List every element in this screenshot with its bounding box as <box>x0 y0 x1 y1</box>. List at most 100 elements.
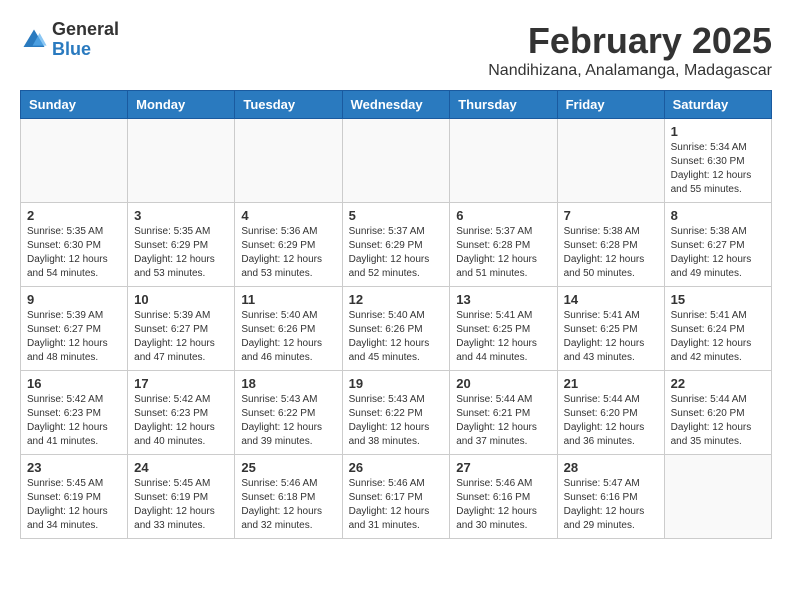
page-header: General Blue February 2025 Nandihizana, … <box>20 20 772 80</box>
table-row <box>128 119 235 203</box>
day-number: 20 <box>456 376 550 391</box>
day-number: 23 <box>27 460 121 475</box>
table-row <box>21 119 128 203</box>
day-info: Sunrise: 5:36 AMSunset: 6:29 PMDaylight:… <box>241 225 335 281</box>
day-info: Sunrise: 5:38 AMSunset: 6:27 PMDaylight:… <box>671 225 765 281</box>
day-number: 21 <box>564 376 658 391</box>
col-thursday: Thursday <box>450 91 557 119</box>
table-row: 23 Sunrise: 5:45 AMSunset: 6:19 PMDayligh… <box>21 455 128 539</box>
table-row: 11 Sunrise: 5:40 AMSunset: 6:26 PMDayligh… <box>235 287 342 371</box>
day-info: Sunrise: 5:46 AMSunset: 6:17 PMDaylight:… <box>349 477 444 533</box>
day-number: 16 <box>27 376 121 391</box>
day-number: 4 <box>241 208 335 223</box>
day-info: Sunrise: 5:38 AMSunset: 6:28 PMDaylight:… <box>564 225 658 281</box>
day-number: 8 <box>671 208 765 223</box>
table-row: 20 Sunrise: 5:44 AMSunset: 6:21 PMDayligh… <box>450 371 557 455</box>
table-row: 14Sunrise: 5:41 AMSunset: 6:25 PMDayligh… <box>557 287 664 371</box>
table-row <box>342 119 450 203</box>
day-info: Sunrise: 5:47 AMSunset: 6:16 PMDaylight:… <box>564 477 658 533</box>
logo-icon <box>20 26 48 54</box>
day-info: Sunrise: 5:40 AMSunset: 6:26 PMDaylight:… <box>349 309 444 365</box>
day-info: Sunrise: 5:46 AMSunset: 6:18 PMDaylight:… <box>241 477 335 533</box>
table-row <box>557 119 664 203</box>
table-row: 4 Sunrise: 5:36 AMSunset: 6:29 PMDaylight… <box>235 203 342 287</box>
calendar-header-row: Sunday Monday Tuesday Wednesday Thursday… <box>21 91 772 119</box>
table-row: 28 Sunrise: 5:47 AMSunset: 6:16 PMDayligh… <box>557 455 664 539</box>
table-row <box>664 455 771 539</box>
col-sunday: Sunday <box>21 91 128 119</box>
day-number: 6 <box>456 208 550 223</box>
day-number: 24 <box>134 460 228 475</box>
table-row: 3 Sunrise: 5:35 AMSunset: 6:29 PMDaylight… <box>128 203 235 287</box>
day-info: Sunrise: 5:45 AMSunset: 6:19 PMDaylight:… <box>134 477 228 533</box>
table-row: 25Sunrise: 5:46 AMSunset: 6:18 PMDayligh… <box>235 455 342 539</box>
calendar-table: Sunday Monday Tuesday Wednesday Thursday… <box>20 90 772 539</box>
day-number: 26 <box>349 460 444 475</box>
logo-blue: Blue <box>52 40 119 60</box>
day-info: Sunrise: 5:39 AMSunset: 6:27 PMDaylight:… <box>27 309 121 365</box>
day-number: 10 <box>134 292 228 307</box>
calendar-week-row: 9Sunrise: 5:39 AMSunset: 6:27 PMDaylight… <box>21 287 772 371</box>
day-number: 2 <box>27 208 121 223</box>
day-number: 18 <box>241 376 335 391</box>
table-row: 8 Sunrise: 5:38 AMSunset: 6:27 PMDaylight… <box>664 203 771 287</box>
day-info: Sunrise: 5:42 AMSunset: 6:23 PMDaylight:… <box>27 393 121 449</box>
day-info: Sunrise: 5:43 AMSunset: 6:22 PMDaylight:… <box>241 393 335 449</box>
col-wednesday: Wednesday <box>342 91 450 119</box>
col-tuesday: Tuesday <box>235 91 342 119</box>
table-row <box>450 119 557 203</box>
day-info: Sunrise: 5:44 AMSunset: 6:20 PMDaylight:… <box>564 393 658 449</box>
day-number: 1 <box>671 124 765 139</box>
table-row: 17Sunrise: 5:42 AMSunset: 6:23 PMDayligh… <box>128 371 235 455</box>
day-number: 12 <box>349 292 444 307</box>
table-row: 22 Sunrise: 5:44 AMSunset: 6:20 PMDayligh… <box>664 371 771 455</box>
day-number: 19 <box>349 376 444 391</box>
table-row <box>235 119 342 203</box>
table-row: 26 Sunrise: 5:46 AMSunset: 6:17 PMDayligh… <box>342 455 450 539</box>
logo-general: General <box>52 20 119 40</box>
day-info: Sunrise: 5:41 AMSunset: 6:24 PMDaylight:… <box>671 309 765 365</box>
day-info: Sunrise: 5:44 AMSunset: 6:20 PMDaylight:… <box>671 393 765 449</box>
day-number: 13 <box>456 292 550 307</box>
day-info: Sunrise: 5:39 AMSunset: 6:27 PMDaylight:… <box>134 309 228 365</box>
table-row: 27 Sunrise: 5:46 AMSunset: 6:16 PMDayligh… <box>450 455 557 539</box>
day-number: 27 <box>456 460 550 475</box>
day-number: 3 <box>134 208 228 223</box>
table-row: 1 Sunrise: 5:34 AMSunset: 6:30 PMDaylight… <box>664 119 771 203</box>
day-number: 5 <box>349 208 444 223</box>
day-info: Sunrise: 5:35 AMSunset: 6:29 PMDaylight:… <box>134 225 228 281</box>
table-row: 12 Sunrise: 5:40 AMSunset: 6:26 PMDayligh… <box>342 287 450 371</box>
day-number: 14 <box>564 292 658 307</box>
day-number: 17 <box>134 376 228 391</box>
table-row: 21 Sunrise: 5:44 AMSunset: 6:20 PMDayligh… <box>557 371 664 455</box>
day-info: Sunrise: 5:44 AMSunset: 6:21 PMDaylight:… <box>456 393 550 449</box>
location-title: Nandihizana, Analamanga, Madagascar <box>488 62 772 80</box>
day-info: Sunrise: 5:34 AMSunset: 6:30 PMDaylight:… <box>671 141 765 197</box>
title-section: February 2025 Nandihizana, Analamanga, M… <box>488 20 772 80</box>
day-info: Sunrise: 5:35 AMSunset: 6:30 PMDaylight:… <box>27 225 121 281</box>
table-row: 19Sunrise: 5:43 AMSunset: 6:22 PMDayligh… <box>342 371 450 455</box>
day-info: Sunrise: 5:37 AMSunset: 6:29 PMDaylight:… <box>349 225 444 281</box>
table-row: 9Sunrise: 5:39 AMSunset: 6:27 PMDaylight… <box>21 287 128 371</box>
table-row: 13 Sunrise: 5:41 AMSunset: 6:25 PMDayligh… <box>450 287 557 371</box>
day-number: 28 <box>564 460 658 475</box>
table-row: 18 Sunrise: 5:43 AMSunset: 6:22 PMDayligh… <box>235 371 342 455</box>
day-info: Sunrise: 5:37 AMSunset: 6:28 PMDaylight:… <box>456 225 550 281</box>
day-number: 22 <box>671 376 765 391</box>
calendar-week-row: 23 Sunrise: 5:45 AMSunset: 6:19 PMDayligh… <box>21 455 772 539</box>
month-title: February 2025 <box>488 20 772 62</box>
day-info: Sunrise: 5:40 AMSunset: 6:26 PMDaylight:… <box>241 309 335 365</box>
col-friday: Friday <box>557 91 664 119</box>
table-row: 16 Sunrise: 5:42 AMSunset: 6:23 PMDayligh… <box>21 371 128 455</box>
day-info: Sunrise: 5:46 AMSunset: 6:16 PMDaylight:… <box>456 477 550 533</box>
table-row: 2 Sunrise: 5:35 AMSunset: 6:30 PMDaylight… <box>21 203 128 287</box>
table-row: 10 Sunrise: 5:39 AMSunset: 6:27 PMDayligh… <box>128 287 235 371</box>
table-row: 24 Sunrise: 5:45 AMSunset: 6:19 PMDayligh… <box>128 455 235 539</box>
day-info: Sunrise: 5:45 AMSunset: 6:19 PMDaylight:… <box>27 477 121 533</box>
day-info: Sunrise: 5:41 AMSunset: 6:25 PMDaylight:… <box>456 309 550 365</box>
table-row: 15Sunrise: 5:41 AMSunset: 6:24 PMDayligh… <box>664 287 771 371</box>
day-number: 7 <box>564 208 658 223</box>
col-saturday: Saturday <box>664 91 771 119</box>
day-number: 11 <box>241 292 335 307</box>
table-row: 6 Sunrise: 5:37 AMSunset: 6:28 PMDaylight… <box>450 203 557 287</box>
